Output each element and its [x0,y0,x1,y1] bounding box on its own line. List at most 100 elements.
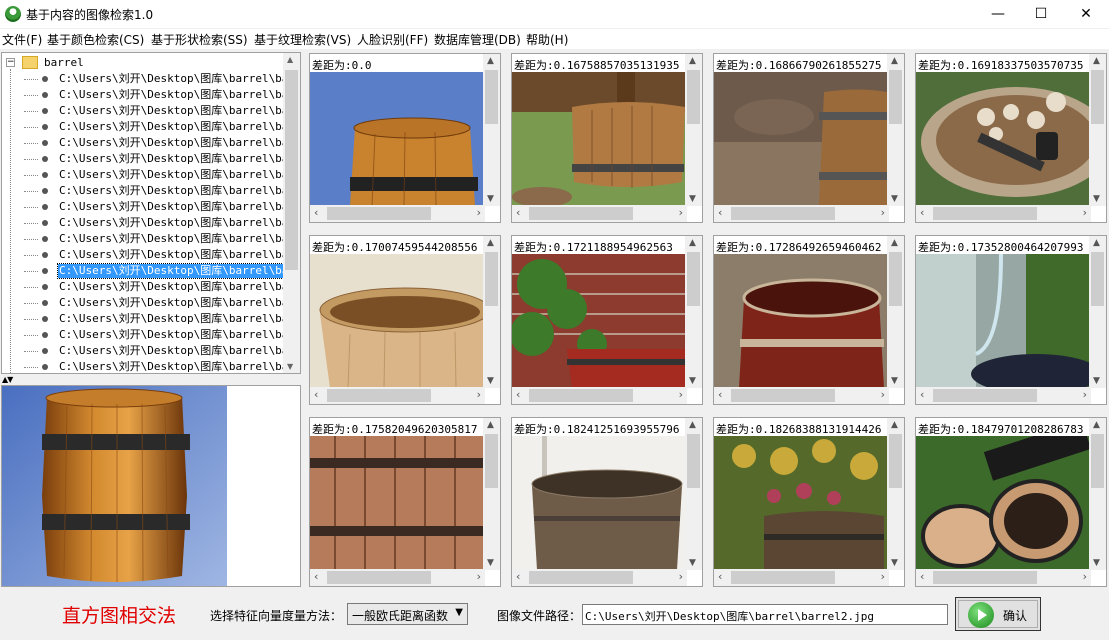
result-thumbnail[interactable]: 差距为:0.17286492659460462 ▲ ▼ ‹ › [713,235,905,405]
scroll-down-icon[interactable]: ▼ [1093,376,1100,386]
scroll-right-icon[interactable]: › [1083,570,1087,583]
tree-item[interactable]: C:\Users\刘开\Desktop\图库\barrel\barr [24,183,286,199]
collapse-icon[interactable]: − [6,58,15,67]
scroll-down-icon[interactable]: ▼ [487,376,494,386]
scroll-down-icon[interactable]: ▼ [287,362,293,371]
scroll-down-icon[interactable]: ▼ [487,194,494,204]
result-thumbnail[interactable]: 差距为:0.16866790261855275 ▲ ▼ ‹ › [713,53,905,223]
scroll-left-icon[interactable]: ‹ [718,206,722,219]
vertical-scrollbar[interactable]: ▲ ▼ [887,236,904,388]
scroll-up-icon[interactable]: ▲ [689,420,696,430]
minimize-button[interactable]: — [975,0,1021,28]
scroll-down-icon[interactable]: ▼ [891,376,898,386]
scroll-up-icon[interactable]: ▲ [689,56,696,66]
scroll-thumb[interactable] [933,207,1037,220]
menu-file[interactable]: 文件(F) [2,31,42,48]
tree-item[interactable]: C:\Users\刘开\Desktop\图库\barrel\barr [24,215,286,231]
scroll-up-icon[interactable]: ▲ [487,56,494,66]
scroll-thumb[interactable] [933,389,1037,402]
horizontal-scrollbar[interactable]: ‹ › [512,205,687,222]
menu-color-search[interactable]: 基于颜色检索(CS) [47,31,144,48]
scroll-up-icon[interactable]: ▲ [1093,420,1100,430]
result-image[interactable] [714,254,887,388]
file-tree[interactable]: − barrel C:\Users\刘开\Desktop\图库\barrel\b… [1,52,301,374]
maximize-button[interactable]: ☐ [1018,0,1064,28]
result-thumbnail[interactable]: 差距为:0.17582049620305817 ▲ ▼ ‹ › [309,417,501,587]
scroll-thumb[interactable] [529,207,633,220]
scroll-left-icon[interactable]: ‹ [920,206,924,219]
scroll-up-icon[interactable]: ▲ [487,238,494,248]
tree-item[interactable]: C:\Users\刘开\Desktop\图库\barrel\barr [24,87,286,103]
scroll-thumb[interactable] [485,434,498,488]
result-thumbnail[interactable]: 差距为:0.16758857035131935 ▲ ▼ ‹ › [511,53,703,223]
horizontal-scrollbar[interactable]: ‹ › [916,387,1091,404]
result-thumbnail[interactable]: 差距为:0.1721188954962563 ▲ ▼ ‹ › [511,235,703,405]
result-image[interactable] [310,436,483,570]
result-image[interactable] [916,72,1089,206]
scroll-thumb[interactable] [933,571,1037,584]
vertical-scrollbar[interactable]: ▲ ▼ [887,418,904,570]
scroll-left-icon[interactable]: ‹ [314,206,318,219]
vertical-scrollbar[interactable]: ▲ ▼ [1089,236,1106,388]
vertical-scrollbar[interactable]: ▲ ▼ [685,54,702,206]
scroll-right-icon[interactable]: › [679,206,683,219]
scroll-right-icon[interactable]: › [679,388,683,401]
result-thumbnail[interactable]: 差距为:0.17352800464207993 ▲ ▼ ‹ › [915,235,1107,405]
scroll-up-icon[interactable]: ▲ [891,238,898,248]
vertical-scrollbar[interactable]: ▲ ▼ [1089,54,1106,206]
scroll-thumb[interactable] [731,389,835,402]
scroll-up-icon[interactable]: ▲ [1093,56,1100,66]
scroll-thumb[interactable] [485,252,498,306]
scroll-up-icon[interactable]: ▲ [689,238,696,248]
scroll-left-icon[interactable]: ‹ [920,388,924,401]
horizontal-scrollbar[interactable]: ‹ › [714,387,889,404]
horizontal-scrollbar[interactable]: ‹ › [310,205,485,222]
scroll-up-icon[interactable]: ▲ [891,56,898,66]
scroll-thumb[interactable] [889,252,902,306]
tree-item[interactable]: C:\Users\刘开\Desktop\图库\barrel\barr [24,343,286,359]
result-thumbnail[interactable]: 差距为:0.16918337503570735 ▲ ▼ ‹ › [915,53,1107,223]
vertical-scrollbar[interactable]: ▲ ▼ [887,54,904,206]
tree-item[interactable]: C:\Users\刘开\Desktop\图库\barrel\barr [24,135,286,151]
scroll-up-icon[interactable]: ▲ [287,55,293,64]
result-image[interactable] [714,72,887,206]
tree-item[interactable]: C:\Users\刘开\Desktop\图库\barrel\barr [24,199,286,215]
horizontal-scrollbar[interactable]: ‹ › [714,569,889,586]
scroll-left-icon[interactable]: ‹ [718,388,722,401]
result-thumbnail[interactable]: 差距为:0.0 ▲ ▼ ‹ › [309,53,501,223]
scroll-left-icon[interactable]: ‹ [314,570,318,583]
splitter-handle[interactable]: ▲▼ [2,375,13,384]
result-image[interactable] [512,254,685,388]
result-thumbnail[interactable]: 差距为:0.18241251693955796 ▲ ▼ ‹ › [511,417,703,587]
result-image[interactable] [916,254,1089,388]
vertical-scrollbar[interactable]: ▲ ▼ [483,236,500,388]
scroll-right-icon[interactable]: › [477,570,481,583]
scroll-right-icon[interactable]: › [477,206,481,219]
vertical-scrollbar[interactable]: ▲ ▼ [685,418,702,570]
scroll-right-icon[interactable]: › [881,570,885,583]
scroll-thumb[interactable] [485,70,498,124]
tree-item[interactable]: C:\Users\刘开\Desktop\图库\barrel\barr [24,311,286,327]
scroll-right-icon[interactable]: › [881,206,885,219]
vertical-scrollbar[interactable]: ▲ ▼ [483,418,500,570]
scroll-right-icon[interactable]: › [1083,206,1087,219]
scroll-thumb[interactable] [529,571,633,584]
scroll-left-icon[interactable]: ‹ [516,570,520,583]
menu-texture-search[interactable]: 基于纹理检索(VS) [254,31,351,48]
scroll-down-icon[interactable]: ▼ [487,558,494,568]
scroll-thumb[interactable] [1091,252,1104,306]
horizontal-scrollbar[interactable]: ‹ › [916,205,1091,222]
horizontal-scrollbar[interactable]: ‹ › [916,569,1091,586]
tree-scrollbar[interactable]: ▲ ▼ [283,53,300,373]
vertical-scrollbar[interactable]: ▲ ▼ [483,54,500,206]
scroll-thumb[interactable] [889,434,902,488]
scroll-thumb[interactable] [687,252,700,306]
scroll-thumb[interactable] [731,571,835,584]
scroll-right-icon[interactable]: › [881,388,885,401]
vertical-scrollbar[interactable]: ▲ ▼ [1089,418,1106,570]
image-path-input[interactable]: C:\Users\刘开\Desktop\图库\barrel\barrel2.jp… [582,604,948,625]
result-image[interactable] [512,436,685,570]
scroll-down-icon[interactable]: ▼ [891,194,898,204]
scroll-thumb[interactable] [1091,434,1104,488]
close-button[interactable]: ✕ [1063,0,1109,28]
